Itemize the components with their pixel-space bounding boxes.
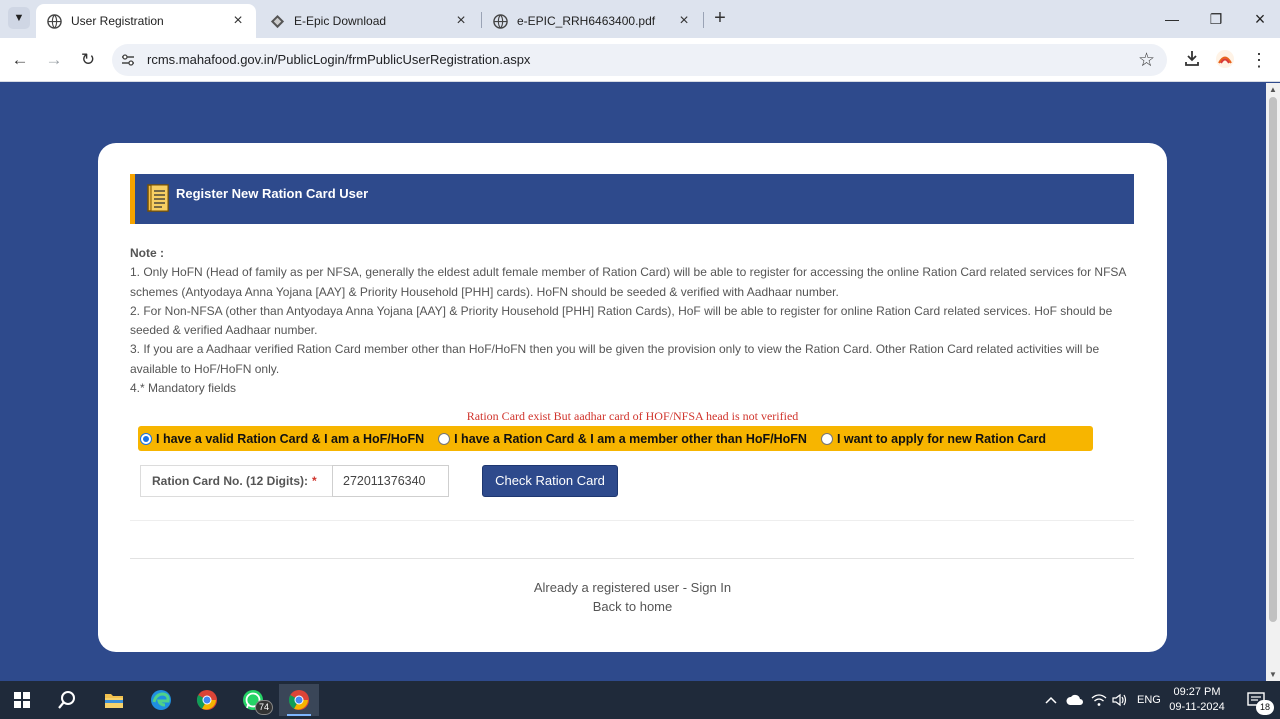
- verification-warning: Ration Card exist But aadhar card of HOF…: [466, 409, 799, 423]
- download-icon[interactable]: [1181, 49, 1203, 71]
- globe-icon: [492, 13, 508, 29]
- tab-e-epic-pdf[interactable]: e-EPIC_RRH6463400.pdf ×: [482, 4, 702, 38]
- note-item: 2. For Non-NFSA (other than Antyodaya An…: [130, 303, 1113, 338]
- tab-strip: ▼ User Registration × E-Epic Download × …: [0, 0, 1280, 38]
- notification-center-icon[interactable]: 18: [1236, 684, 1276, 716]
- chrome-icon[interactable]: [187, 684, 227, 716]
- tray-chevron-up-icon[interactable]: [1045, 681, 1057, 719]
- minimize-icon[interactable]: —: [1150, 6, 1194, 32]
- ration-card-label-text: Ration Card No. (12 Digits):: [152, 474, 309, 488]
- restore-icon[interactable]: ❐: [1194, 6, 1238, 32]
- whatsapp-badge: 74: [255, 700, 274, 715]
- scrollbar-thumb[interactable]: [1269, 97, 1277, 622]
- language-indicator[interactable]: ENG: [1137, 681, 1161, 719]
- tab-user-registration[interactable]: User Registration ×: [36, 4, 256, 38]
- notebook-icon: [146, 183, 170, 213]
- profile-avatar-icon[interactable]: [1214, 49, 1236, 71]
- site-settings-icon[interactable]: [120, 52, 136, 68]
- clock-date: 09-11-2024: [1169, 701, 1225, 713]
- radio-option-hof[interactable]: I have a valid Ration Card & I am a HoF/…: [140, 432, 424, 446]
- scroll-up-arrow-icon[interactable]: ▲: [1269, 85, 1277, 94]
- page-title: Register New Ration Card User: [176, 186, 369, 201]
- radio-option-member[interactable]: I have a Ration Card & I am a member oth…: [438, 432, 807, 446]
- tab-title: User Registration: [71, 14, 164, 28]
- taskbar: 74 ENG 09:27 PM 09-11-2024 18: [0, 681, 1280, 719]
- back-to-home-link[interactable]: Back to home: [98, 599, 1167, 614]
- tab-search-dropdown-icon[interactable]: ▼: [8, 7, 30, 29]
- tab-title: e-EPIC_RRH6463400.pdf: [517, 14, 656, 28]
- registration-card: Register New Ration Card User Note : 1. …: [98, 143, 1167, 652]
- divider: [130, 558, 1134, 559]
- file-explorer-icon[interactable]: [94, 684, 134, 716]
- notification-badge: 18: [1256, 700, 1275, 715]
- url-text: rcms.mahafood.gov.in/PublicLogin/frmPubl…: [147, 52, 531, 67]
- radio-label: I have a valid Ration Card & I am a HoF/…: [156, 431, 425, 446]
- reload-icon[interactable]: ↻: [76, 48, 100, 72]
- tab-separator: [703, 12, 704, 28]
- notes-section: Note : 1. Only HoFN (Head of family as p…: [130, 244, 1135, 398]
- scroll-down-arrow-icon[interactable]: ▼: [1269, 670, 1277, 679]
- radio-button[interactable]: [438, 432, 451, 445]
- radio-option-new-card[interactable]: I want to apply for new Ration Card: [820, 431, 1046, 446]
- close-tab-icon[interactable]: ×: [676, 12, 692, 30]
- forward-arrow-icon[interactable]: →: [42, 48, 66, 72]
- globe-icon: [46, 13, 62, 29]
- chrome-active-icon[interactable]: [279, 684, 319, 716]
- back-arrow-icon[interactable]: ←: [8, 48, 32, 72]
- radio-label: I have a Ration Card & I am a member oth…: [454, 431, 807, 446]
- wifi-icon[interactable]: [1091, 681, 1107, 719]
- close-tab-icon[interactable]: ×: [453, 12, 469, 30]
- ration-card-label: Ration Card No. (12 Digits): *: [140, 465, 332, 497]
- close-tab-icon[interactable]: ×: [230, 12, 246, 30]
- ration-card-row: Ration Card No. (12 Digits): *: [140, 465, 449, 497]
- tab-title: E-Epic Download: [294, 14, 387, 28]
- address-bar[interactable]: rcms.mahafood.gov.in/PublicLogin/frmPubl…: [112, 44, 1167, 76]
- divider: [130, 520, 1134, 521]
- note-item: 3. If you are a Aadhaar verified Ration …: [130, 342, 1100, 376]
- new-tab-plus-icon[interactable]: +: [710, 8, 730, 30]
- windows-start-icon[interactable]: [2, 684, 42, 716]
- radio-button[interactable]: [820, 432, 833, 445]
- card-header: Register New Ration Card User: [130, 174, 1134, 224]
- tab-e-epic-download[interactable]: E-Epic Download ×: [259, 4, 479, 38]
- radio-button[interactable]: [140, 432, 152, 445]
- required-asterisk: *: [312, 474, 317, 488]
- sign-in-link[interactable]: Already a registered user - Sign In: [98, 580, 1167, 595]
- edge-browser-icon[interactable]: [141, 684, 181, 716]
- check-ration-card-button[interactable]: Check Ration Card: [482, 465, 618, 497]
- close-window-icon[interactable]: ×: [1238, 6, 1280, 32]
- speaker-volume-icon[interactable]: [1112, 681, 1128, 719]
- system-clock[interactable]: 09:27 PM 09-11-2024: [1162, 685, 1232, 715]
- clock-time: 09:27 PM: [1173, 686, 1221, 698]
- notes-heading: Note :: [130, 246, 164, 260]
- whatsapp-icon[interactable]: 74: [233, 684, 274, 716]
- page-scrollbar[interactable]: ▲ ▼: [1266, 83, 1280, 681]
- search-icon[interactable]: [47, 684, 87, 716]
- note-item: 1. Only HoFN (Head of family as per NFSA…: [130, 265, 1126, 299]
- user-type-radio-group: I have a valid Ration Card & I am a HoF/…: [138, 426, 1093, 451]
- bookmark-star-icon[interactable]: ☆: [1138, 49, 1155, 72]
- browser-toolbar: ← → ↻ rcms.mahafood.gov.in/PublicLogin/f…: [0, 38, 1280, 82]
- ration-card-number-input[interactable]: [332, 465, 449, 497]
- onedrive-cloud-icon[interactable]: [1066, 681, 1084, 719]
- radio-label: I want to apply for new Ration Card: [836, 431, 1046, 446]
- note-item: 4.* Mandatory fields: [130, 381, 237, 396]
- diamond-logo-icon: [269, 13, 285, 29]
- menu-kebab-icon[interactable]: ⋮: [1248, 49, 1270, 71]
- page-viewport: Register New Ration Card User Note : 1. …: [0, 83, 1266, 681]
